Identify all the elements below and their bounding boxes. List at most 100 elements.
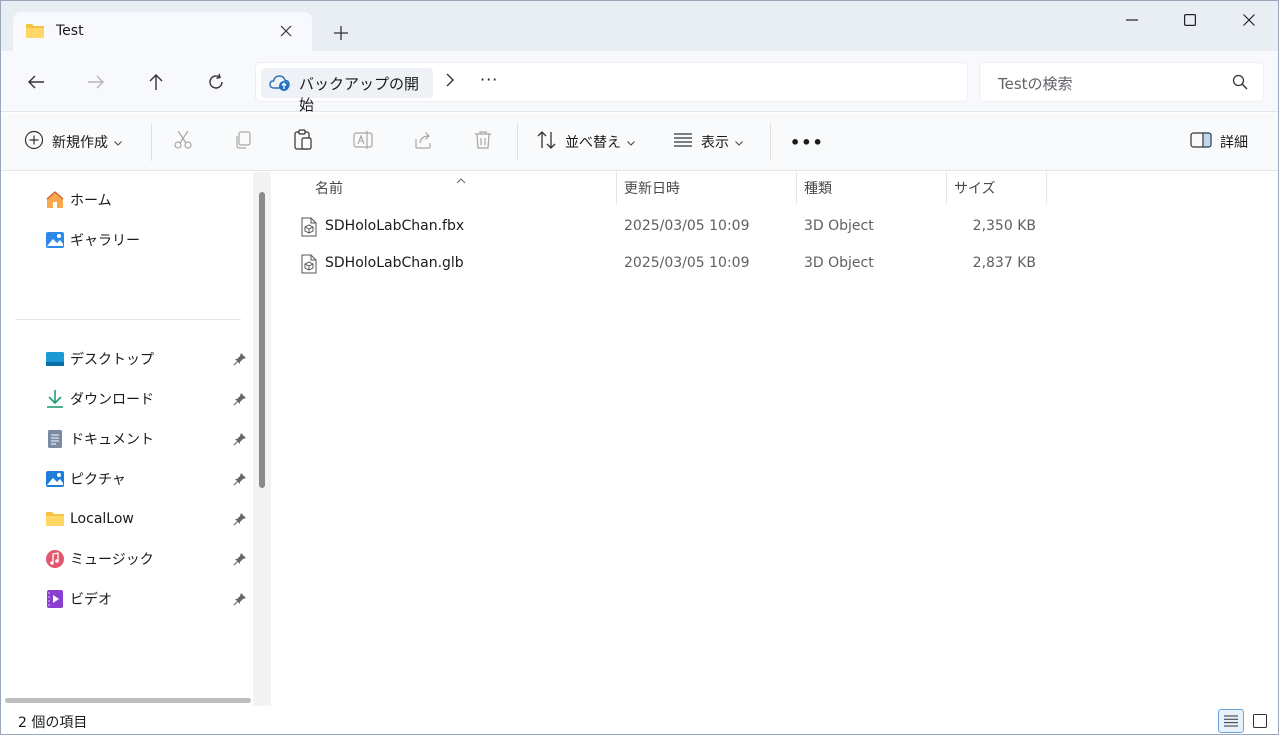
folder-icon	[25, 22, 45, 44]
sidebar-divider	[15, 319, 241, 320]
folder-icon	[45, 509, 65, 529]
rename-icon	[353, 130, 375, 154]
column-divider[interactable]	[616, 172, 617, 204]
column-header-size[interactable]: サイズ	[954, 172, 996, 204]
trash-icon	[473, 130, 493, 154]
sort-button[interactable]: 並べ替え	[537, 130, 635, 154]
download-icon	[45, 389, 65, 409]
close-window-icon[interactable]	[1226, 7, 1272, 33]
gallery-icon	[45, 230, 65, 250]
table-row[interactable]: SDHoloLabChan.fbx 2025/03/05 10:09 3D Ob…	[272, 212, 1052, 242]
copy-button[interactable]	[233, 130, 253, 154]
column-header-name[interactable]: 名前	[315, 172, 343, 204]
column-header-date[interactable]: 更新日時	[624, 172, 680, 204]
address-bar[interactable]: バックアップの開始 ···	[255, 62, 968, 114]
address-row: バックアップの開始 ··· Testの検索	[1, 51, 1278, 114]
sidebar-item-videos[interactable]: ビデオ	[45, 587, 112, 611]
file-explorer-window: Test バックアップの開始 ··· Testの検索 新規作成 並べ替え 表示 …	[0, 0, 1279, 735]
sort-ascending-icon	[456, 172, 466, 188]
file-type: 3D Object	[804, 218, 874, 234]
sidebar-item-desktop[interactable]: デスクトップ	[45, 347, 154, 371]
tab-test[interactable]: Test	[13, 12, 312, 51]
minimize-icon[interactable]	[1109, 7, 1155, 33]
sidebar-item-label: ビデオ	[70, 592, 112, 608]
sidebar-item-label: ホーム	[70, 193, 112, 209]
pin-icon[interactable]	[233, 592, 247, 606]
delete-button[interactable]	[473, 130, 493, 154]
paste-button[interactable]	[293, 129, 313, 155]
sidebar-item-label: ダウンロード	[70, 392, 154, 408]
sidebar-horizontal-scrollbar[interactable]	[5, 698, 251, 703]
sidebar-item-home[interactable]: ホーム	[45, 188, 112, 212]
tab-title: Test	[56, 23, 84, 39]
new-button[interactable]: 新規作成	[24, 130, 122, 154]
maximize-icon[interactable]	[1167, 7, 1213, 33]
file-list: 名前 更新日時 種類 サイズ SDHoloLabChan.fbx 2025/03…	[272, 172, 1278, 706]
documents-icon	[45, 429, 65, 449]
sidebar-item-downloads[interactable]: ダウンロード	[45, 387, 154, 411]
forward-icon[interactable]	[84, 70, 108, 94]
close-tab-icon[interactable]	[276, 21, 296, 41]
share-icon	[413, 130, 433, 154]
file-date: 2025/03/05 10:09	[624, 218, 750, 234]
sidebar-item-pictures[interactable]: ピクチャ	[45, 467, 126, 491]
pin-icon[interactable]	[233, 512, 247, 526]
file-name: SDHoloLabChan.glb	[325, 255, 464, 271]
cloud-backup-icon	[269, 74, 291, 96]
chevron-down-icon	[735, 134, 743, 150]
sidebar-scrollbar-thumb[interactable]	[259, 192, 265, 488]
new-tab-icon[interactable]	[331, 23, 351, 43]
column-divider[interactable]	[1046, 172, 1047, 204]
sidebar-item-label: ギャラリー	[70, 233, 140, 249]
cut-button[interactable]	[173, 130, 193, 154]
sidebar-item-gallery[interactable]: ギャラリー	[45, 228, 140, 252]
share-button[interactable]	[413, 130, 433, 154]
sidebar-item-locallow[interactable]: LocalLow	[45, 507, 134, 531]
search-icon[interactable]	[1232, 74, 1248, 94]
column-divider[interactable]	[796, 172, 797, 204]
more-icon: •••	[790, 132, 824, 152]
more-options-button[interactable]: •••	[790, 130, 824, 154]
table-row[interactable]: SDHoloLabChan.glb 2025/03/05 10:09 3D Ob…	[272, 249, 1052, 279]
chevron-down-icon	[114, 134, 122, 150]
view-list-icon	[673, 132, 693, 152]
sidebar-item-documents[interactable]: ドキュメント	[45, 427, 154, 451]
clipboard-icon	[293, 129, 313, 155]
file-size: 2,350 KB	[972, 218, 1036, 234]
toolbar-divider	[517, 123, 518, 161]
pin-icon[interactable]	[233, 552, 247, 566]
view-button[interactable]: 表示	[673, 130, 743, 154]
file-size: 2,837 KB	[972, 255, 1036, 271]
toolbar-divider	[151, 123, 152, 161]
up-icon[interactable]	[144, 70, 168, 94]
sidebar-item-label: ドキュメント	[70, 432, 154, 448]
breadcrumb-backup[interactable]: バックアップの開始	[261, 68, 433, 114]
copy-icon	[233, 130, 253, 154]
file-type: 3D Object	[804, 255, 874, 271]
details-button[interactable]: 詳細	[1190, 130, 1248, 154]
home-icon	[45, 190, 65, 210]
pin-icon[interactable]	[233, 352, 247, 366]
chevron-right-icon[interactable]	[446, 73, 454, 91]
breadcrumb-more[interactable]: ···	[480, 70, 498, 89]
desktop-icon	[45, 349, 65, 369]
column-divider[interactable]	[946, 172, 947, 204]
video-icon	[45, 589, 65, 609]
chevron-down-icon	[627, 134, 635, 150]
pictures-icon	[45, 469, 65, 489]
sidebar-item-music[interactable]: ミュージック	[45, 547, 154, 571]
breadcrumb-label: バックアップの開始	[299, 75, 420, 114]
pin-icon[interactable]	[233, 392, 247, 406]
large-icons-view-icon[interactable]	[1247, 709, 1273, 733]
sidebar-item-label: ミュージック	[70, 552, 154, 568]
pin-icon[interactable]	[233, 432, 247, 446]
column-header-type[interactable]: 種類	[804, 172, 832, 204]
refresh-icon[interactable]	[204, 70, 228, 94]
rename-button[interactable]	[353, 130, 375, 154]
sidebar-item-label: デスクトップ	[70, 352, 154, 368]
pin-icon[interactable]	[233, 472, 247, 486]
search-input[interactable]: Testの検索	[979, 62, 1264, 102]
details-pane-icon	[1190, 132, 1212, 152]
details-view-icon[interactable]	[1218, 709, 1244, 733]
back-icon[interactable]	[24, 70, 48, 94]
